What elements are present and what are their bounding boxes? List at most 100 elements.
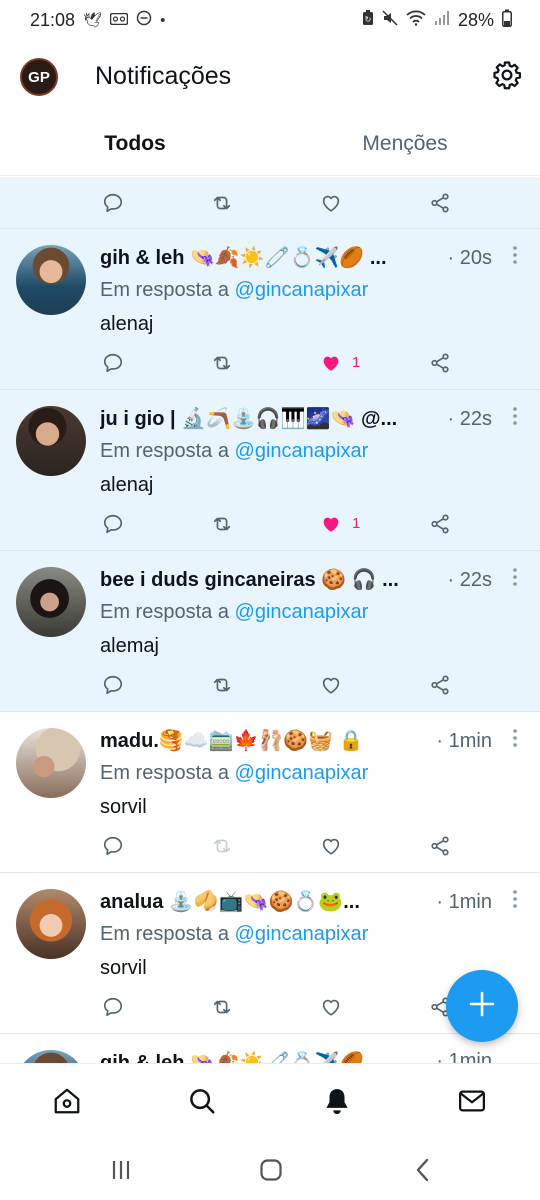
- more-options-icon[interactable]: [512, 567, 518, 587]
- bottom-navigation: [0, 1063, 540, 1137]
- avatar[interactable]: [16, 1050, 86, 1063]
- tab-label: Menções: [362, 131, 448, 155]
- home-button-icon[interactable]: [258, 1157, 284, 1183]
- author-name: gih & leh 👒🍂☀️🧷💍✈️🏉: [100, 1052, 365, 1063]
- voicemail-icon: [109, 12, 129, 29]
- author-name: gih & leh 👒🍂☀️🧷💍✈️🏉 ...: [100, 247, 387, 269]
- reply-icon[interactable]: [102, 191, 126, 215]
- reply-icon[interactable]: [102, 351, 126, 375]
- notification-item[interactable]: gih & leh 👒🍂☀️🧷💍✈️🏉 · 1min: [0, 1034, 540, 1063]
- heart-icon[interactable]: [320, 834, 344, 858]
- avatar[interactable]: [16, 728, 86, 798]
- reply-context: Em resposta a @gincanapixar: [100, 279, 368, 302]
- reply-icon[interactable]: [102, 512, 126, 536]
- timestamp: · 1min: [436, 730, 492, 752]
- heart-icon[interactable]: [320, 995, 344, 1019]
- retweet-icon[interactable]: [211, 191, 235, 215]
- like-count: 1: [352, 515, 361, 532]
- share-icon[interactable]: [429, 834, 453, 858]
- reply-context: Em resposta a @gincanapixar: [100, 601, 368, 624]
- retweet-icon[interactable]: [211, 512, 235, 536]
- heart-icon[interactable]: [320, 673, 344, 697]
- app-header: GP Notificações: [0, 40, 540, 112]
- timestamp: · 22s: [447, 408, 492, 430]
- previous-tweet-actions: [0, 177, 540, 229]
- retweet-icon[interactable]: [211, 995, 235, 1019]
- heart-filled-icon[interactable]: [320, 351, 344, 375]
- status-bar-right: ↻ 28%: [362, 9, 512, 31]
- reply-icon[interactable]: [102, 834, 126, 858]
- tweet-actions: [0, 820, 540, 872]
- reply-context: Em resposta a @gincanapixar: [100, 440, 368, 463]
- more-options-icon[interactable]: [512, 889, 518, 909]
- plus-icon: [469, 991, 495, 1022]
- battery-saver-icon: ↻: [362, 10, 374, 30]
- avatar[interactable]: [16, 567, 86, 637]
- bell-icon[interactable]: [322, 1086, 352, 1116]
- tweet-text: sorvil: [100, 796, 147, 818]
- notifications-feed[interactable]: gih & leh 👒🍂☀️🧷💍✈️🏉 ... · 20s Em respost…: [0, 177, 540, 1063]
- tab-todos[interactable]: Todos: [0, 112, 270, 175]
- wifi-icon: [406, 10, 426, 30]
- mute-icon: [382, 10, 398, 30]
- avatar[interactable]: [16, 889, 86, 959]
- reply-context: Em resposta a @gincanapixar: [100, 762, 368, 785]
- more-options-icon[interactable]: [512, 406, 518, 426]
- reply-context: Em resposta a @gincanapixar: [100, 923, 368, 946]
- tweet-text: alenaj: [100, 474, 154, 496]
- gear-icon[interactable]: [492, 60, 522, 90]
- notification-item[interactable]: madu.🥞☁️🚞🍁🩰🍪🧺 🔒 · 1min Em resposta a @gi…: [0, 712, 540, 873]
- author-name: bee i duds gincaneiras 🍪 🎧 ...: [100, 569, 399, 591]
- back-icon[interactable]: [410, 1157, 436, 1183]
- notification-tabs: Todos Menções: [0, 112, 540, 176]
- reply-prefix: Em resposta a: [100, 601, 229, 623]
- battery-percent: 28%: [457, 9, 494, 30]
- tab-mencoes[interactable]: Menções: [270, 112, 540, 175]
- notification-item[interactable]: ju i gio | 🔬🪃⛲🎧🎹🌌👒 @... · 22s Em respost…: [0, 390, 540, 551]
- mail-icon[interactable]: [457, 1086, 487, 1116]
- share-icon[interactable]: [429, 191, 453, 215]
- more-options-icon[interactable]: [512, 245, 518, 265]
- retweet-icon[interactable]: [211, 673, 235, 697]
- share-icon[interactable]: [429, 673, 453, 697]
- search-icon[interactable]: [187, 1086, 217, 1116]
- heart-filled-icon[interactable]: [320, 512, 344, 536]
- more-options-icon[interactable]: [512, 728, 518, 748]
- share-icon[interactable]: [429, 351, 453, 375]
- status-bar: 21:08 🕊 • ↻ 28%: [0, 0, 540, 40]
- share-icon[interactable]: [429, 512, 453, 536]
- avatar[interactable]: [16, 406, 86, 476]
- mention-link[interactable]: @gincanapixar: [235, 279, 369, 301]
- heart-icon[interactable]: [320, 191, 344, 215]
- notification-item[interactable]: bee i duds gincaneiras 🍪 🎧 ... · 22s Em …: [0, 551, 540, 712]
- bird-icon: 🕊: [83, 12, 103, 29]
- system-navigation: [0, 1137, 540, 1200]
- battery-icon: [502, 9, 512, 31]
- reply-icon[interactable]: [102, 673, 126, 697]
- home-icon[interactable]: [52, 1086, 82, 1116]
- tweet-text: alemaj: [100, 635, 159, 657]
- author-name: ju i gio | 🔬🪃⛲🎧🎹🌌👒 @...: [100, 408, 398, 430]
- reply-icon[interactable]: [102, 995, 126, 1019]
- reply-prefix: Em resposta a: [100, 762, 229, 784]
- author-name: analua ⛲🥠📺👒🍪💍🐸...: [100, 891, 360, 913]
- compose-tweet-button[interactable]: [446, 970, 518, 1042]
- recent-apps-icon[interactable]: [108, 1157, 134, 1183]
- tweet-actions: 1: [0, 498, 540, 550]
- mention-link[interactable]: @gincanapixar: [235, 923, 369, 945]
- retweet-icon[interactable]: [211, 351, 235, 375]
- tab-label: Todos: [104, 131, 166, 155]
- mention-link[interactable]: @gincanapixar: [235, 440, 369, 462]
- mention-link[interactable]: @gincanapixar: [235, 601, 369, 623]
- svg-text:↻: ↻: [365, 15, 372, 24]
- avatar[interactable]: [16, 245, 86, 315]
- reply-prefix: Em resposta a: [100, 279, 229, 301]
- timestamp: · 20s: [447, 247, 492, 269]
- timestamp: · 1min: [436, 1050, 492, 1063]
- notification-item[interactable]: gih & leh 👒🍂☀️🧷💍✈️🏉 ... · 20s Em respost…: [0, 229, 540, 390]
- mention-link[interactable]: @gincanapixar: [235, 762, 369, 784]
- minus-circle-icon: [136, 10, 152, 30]
- author-name: madu.🥞☁️🚞🍁🩰🍪🧺 🔒: [100, 730, 364, 752]
- tweet-text: alenaj: [100, 313, 154, 335]
- account-avatar[interactable]: GP: [20, 58, 58, 96]
